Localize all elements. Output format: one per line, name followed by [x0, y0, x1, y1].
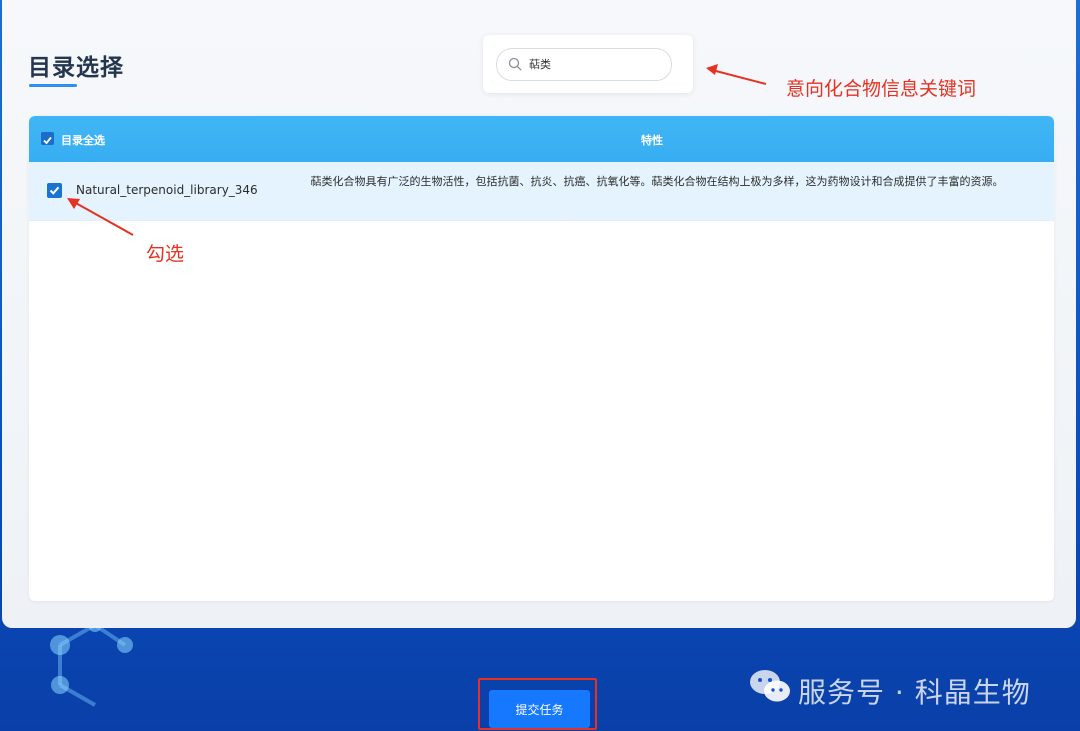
wechat-icon: [750, 670, 790, 702]
check-annotation: 勾选: [146, 243, 185, 265]
table-header: 目录全选 特性: [29, 116, 1054, 162]
submit-task-button[interactable]: 提交任务: [489, 690, 590, 728]
table-row[interactable]: Natural_terpenoid_library_346 萜类化合物具有广泛的…: [29, 162, 1054, 221]
search-icon: [508, 57, 522, 71]
search-box[interactable]: [496, 48, 672, 81]
checkmark-icon: [49, 186, 60, 195]
library-description: 萜类化合物具有广泛的生物活性，包括抗菌、抗炎、抗癌、抗氧化等。萜类化合物在结构上…: [310, 175, 1004, 188]
library-name: Natural_terpenoid_library_346: [76, 183, 258, 197]
keyword-annotation: 意向化合物信息关键词: [786, 78, 977, 100]
search-card: [483, 35, 693, 93]
catalog-table: 目录全选 特性 Natural_terpenoid_library_346 萜类…: [29, 116, 1054, 601]
page-title: 目录选择: [28, 55, 124, 81]
select-all-label: 目录全选: [61, 134, 105, 147]
search-input[interactable]: [529, 54, 659, 74]
select-all-checkbox[interactable]: [41, 132, 54, 145]
title-underline: [29, 84, 77, 87]
checkmark-icon: [43, 136, 52, 145]
feature-column-header: 特性: [641, 134, 663, 147]
row-checkbox[interactable]: [47, 183, 62, 198]
watermark-text: 服务号 · 科晶生物: [798, 676, 1031, 709]
